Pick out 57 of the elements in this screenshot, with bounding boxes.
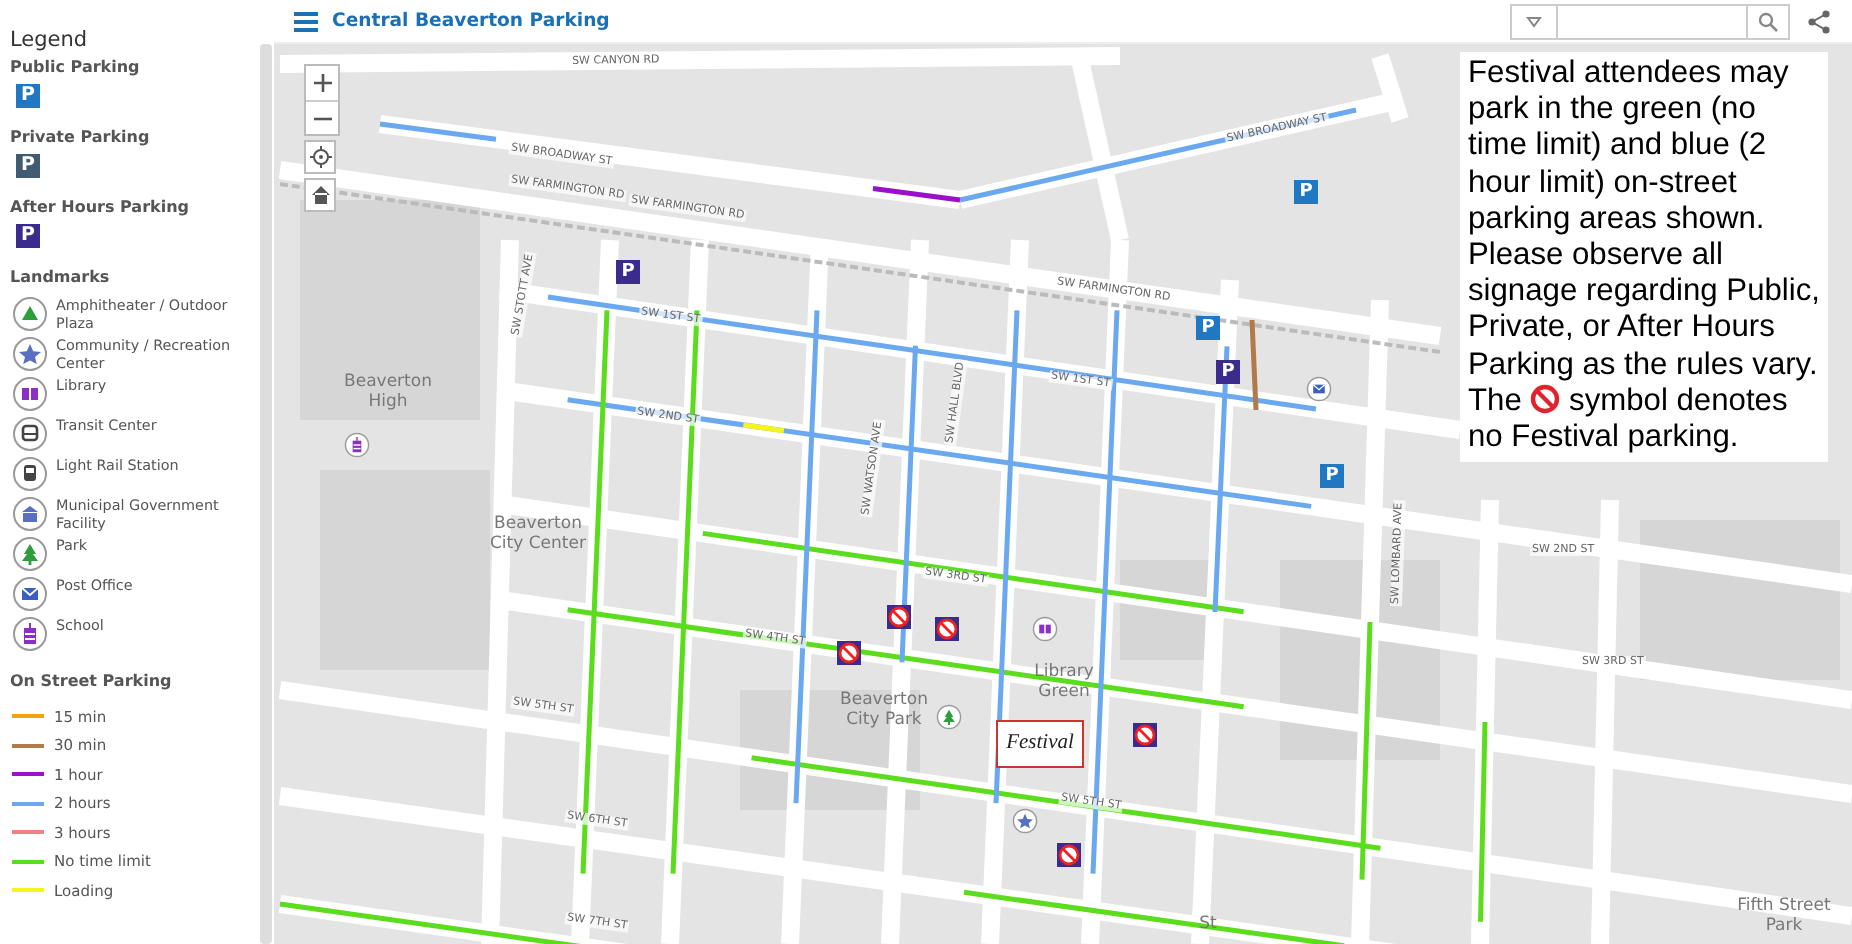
no-parking-icon bbox=[934, 616, 960, 642]
no-parking-icon bbox=[836, 640, 862, 666]
school-icon bbox=[12, 616, 48, 652]
tree-icon bbox=[936, 704, 962, 730]
share-icon bbox=[1808, 9, 1830, 33]
search-icon bbox=[1758, 11, 1778, 31]
book-icon bbox=[1032, 616, 1058, 642]
section-heading: Private Parking bbox=[10, 128, 152, 146]
parking-marker-icon: P bbox=[1196, 316, 1220, 340]
amphitheater-icon bbox=[12, 296, 48, 332]
section-heading: After Hours Parking bbox=[10, 198, 192, 216]
info-text: Festival attendees may park in the green (no time limit) and blue (2 hour limit) on-street parking areas shown. Please observe all signage regarding Public, Private, or After Hours Parking as the rules vary. The symbol denotes no Festival parking. bbox=[1460, 52, 1828, 462]
envelope-icon bbox=[1306, 376, 1332, 402]
no-parking-icon bbox=[1132, 722, 1158, 748]
crosshair-icon bbox=[309, 146, 331, 168]
building-icon bbox=[12, 496, 48, 532]
parking-marker-icon: P bbox=[1294, 180, 1318, 204]
legend-title: Legend bbox=[10, 28, 90, 52]
place-label: St bbox=[1197, 914, 1219, 934]
parking-marker-icon: P bbox=[1216, 360, 1240, 384]
book-icon bbox=[12, 376, 48, 412]
section-heading: Landmarks bbox=[10, 268, 112, 286]
star-icon bbox=[1012, 808, 1038, 834]
share-button[interactable] bbox=[1806, 7, 1832, 35]
menu-button[interactable] bbox=[292, 9, 320, 33]
search-button[interactable] bbox=[1746, 3, 1790, 39]
envelope-icon bbox=[12, 576, 48, 612]
no-parking-icon bbox=[886, 604, 912, 630]
home-icon bbox=[309, 184, 331, 206]
tree-icon bbox=[12, 536, 48, 572]
section-heading: On Street Parking bbox=[10, 672, 174, 690]
place-label: Fifth Street Park bbox=[1736, 896, 1832, 936]
parking-icon: P bbox=[16, 154, 40, 178]
scrollbar[interactable] bbox=[260, 44, 272, 944]
locate-button[interactable] bbox=[304, 140, 336, 174]
caret-icon bbox=[1526, 15, 1542, 27]
place-label: Beaverton City Park bbox=[838, 690, 930, 730]
parking-icon: P bbox=[16, 224, 40, 248]
festival-logo: Festival bbox=[996, 720, 1084, 768]
section-heading: Public Parking bbox=[10, 58, 142, 76]
place-label: Library Green bbox=[1032, 662, 1096, 702]
plus-icon bbox=[313, 74, 331, 92]
app-title: Central Beaverton Parking bbox=[332, 10, 610, 32]
train-icon bbox=[12, 456, 48, 492]
place-label: Beaverton High bbox=[342, 372, 434, 412]
place-label: Beaverton City Center bbox=[490, 514, 586, 554]
search-field[interactable] bbox=[1558, 3, 1746, 39]
no-symbol-icon bbox=[1530, 383, 1561, 414]
bus-icon bbox=[12, 416, 48, 452]
school-icon bbox=[344, 432, 370, 458]
home-button[interactable] bbox=[304, 178, 336, 212]
parking-marker-icon: P bbox=[616, 260, 640, 284]
search-dropdown[interactable] bbox=[1510, 3, 1558, 39]
no-parking-icon bbox=[1056, 842, 1082, 868]
parking-marker-icon: P bbox=[1320, 464, 1344, 488]
menu-icon bbox=[294, 11, 318, 31]
parking-icon: P bbox=[16, 84, 40, 108]
